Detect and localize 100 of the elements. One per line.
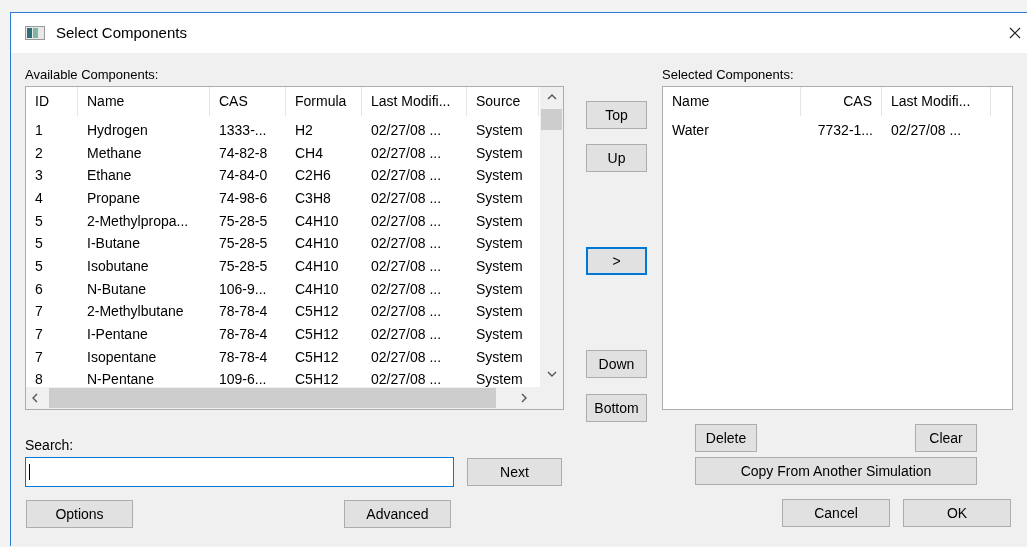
table-cell-text: 02/27/08 ... bbox=[370, 188, 443, 208]
table-cell-text: C5H12 bbox=[294, 325, 340, 345]
table-cell-text: 02/27/08 ... bbox=[370, 325, 443, 345]
table-cell-text: Isopentane bbox=[86, 347, 158, 367]
dialog-button[interactable]: Cancel bbox=[782, 499, 890, 527]
table-cell-text: 1333-... bbox=[218, 120, 268, 140]
table-cell-text: 6 bbox=[34, 279, 44, 299]
scrollbar-thumb[interactable] bbox=[49, 388, 496, 408]
scroll-up-icon[interactable] bbox=[546, 94, 557, 100]
move-button[interactable]: Top bbox=[586, 101, 647, 129]
table-cell-text: Ethane bbox=[86, 166, 133, 186]
table-cell-text: 78-78-4 bbox=[218, 302, 269, 322]
window-icon bbox=[25, 26, 45, 40]
table-cell-text: System bbox=[475, 302, 524, 322]
table-cell-text: 78-78-4 bbox=[218, 325, 269, 345]
table-cell-text: System bbox=[475, 188, 524, 208]
dialog-button[interactable]: Options bbox=[26, 500, 133, 528]
list-button[interactable]: Clear bbox=[915, 424, 977, 452]
table-cell-text: 02/27/08 ... bbox=[370, 256, 443, 276]
table-cell-text: 02/27/08 ... bbox=[370, 234, 443, 254]
table-cell-text: 74-84-0 bbox=[218, 166, 269, 186]
column-header[interactable]: Last Modifi... bbox=[882, 87, 991, 116]
column-header[interactable]: ID bbox=[26, 87, 78, 116]
list-button[interactable]: Copy From Another Simulation bbox=[695, 457, 977, 485]
table-cell-text: C4H10 bbox=[294, 279, 340, 299]
table-cell-text: 75-28-5 bbox=[218, 211, 269, 231]
search-label: Search: bbox=[25, 436, 75, 455]
table-cell-text: 02/27/08 ... bbox=[890, 120, 963, 140]
table-cell-text: 2-Methylbutane bbox=[86, 302, 185, 322]
scroll-right-icon[interactable] bbox=[521, 393, 527, 403]
horizontal-scrollbar[interactable] bbox=[26, 387, 563, 409]
table-cell-text: Isobutane bbox=[86, 256, 150, 276]
table-cell-text: 02/27/08 ... bbox=[370, 143, 443, 163]
table-cell-text: Propane bbox=[86, 188, 141, 208]
table-cell-text: 4 bbox=[34, 188, 44, 208]
table-cell-text: 8 bbox=[34, 370, 44, 390]
list-button[interactable]: Delete bbox=[695, 424, 757, 452]
table-cell-text: 78-78-4 bbox=[218, 347, 269, 367]
table-cell-text: 75-28-5 bbox=[218, 256, 269, 276]
list-label: Selected Components: bbox=[662, 66, 795, 84]
table-cell-text: 02/27/08 ... bbox=[370, 166, 443, 186]
column-header[interactable]: CAS bbox=[801, 87, 882, 116]
table-cell-text: Methane bbox=[86, 143, 143, 163]
vertical-scrollbar[interactable] bbox=[540, 87, 563, 387]
table-cell-text: 7732-1... bbox=[816, 120, 874, 140]
table-cell-text: Water bbox=[671, 120, 710, 140]
search-field[interactable] bbox=[25, 457, 454, 487]
table-cell-text: System bbox=[475, 166, 524, 186]
next-button[interactable]: Next bbox=[467, 458, 562, 486]
table-cell-text: I-Pentane bbox=[86, 325, 149, 345]
table-cell-text: 5 bbox=[34, 256, 44, 276]
column-header[interactable]: Source bbox=[467, 87, 539, 116]
table-cell-text: C4H10 bbox=[294, 234, 340, 254]
close-icon[interactable] bbox=[1009, 27, 1021, 39]
table-cell-text: System bbox=[475, 120, 524, 140]
table-cell-text: 75-28-5 bbox=[218, 234, 269, 254]
move-button[interactable]: Up bbox=[586, 144, 647, 172]
scroll-left-icon[interactable] bbox=[32, 393, 38, 403]
table-cell-text: 109-6... bbox=[218, 370, 268, 390]
table-cell-text: 02/27/08 ... bbox=[370, 302, 443, 322]
table-cell-text: System bbox=[475, 347, 524, 367]
table-cell-text: C4H10 bbox=[294, 256, 340, 276]
column-header[interactable]: Last Modifi... bbox=[362, 87, 467, 116]
column-header[interactable]: Name bbox=[663, 87, 801, 116]
table-cell-text: 74-82-8 bbox=[218, 143, 269, 163]
table-cell-text: 02/27/08 ... bbox=[370, 347, 443, 367]
table-cell-text: C5H12 bbox=[294, 347, 340, 367]
column-header[interactable]: CAS bbox=[210, 87, 286, 116]
table-cell-text: System bbox=[475, 256, 524, 276]
table-cell-text: 7 bbox=[34, 302, 44, 322]
dialog-button[interactable]: OK bbox=[903, 499, 1011, 527]
table-cell-text: C3H8 bbox=[294, 188, 332, 208]
table-cell-text: N-Butane bbox=[86, 279, 148, 299]
table-cell-text: 5 bbox=[34, 211, 44, 231]
table-cell-text: C5H12 bbox=[294, 302, 340, 322]
scroll-down-icon[interactable] bbox=[546, 371, 557, 377]
column-header[interactable]: Name bbox=[78, 87, 210, 116]
table-cell-text: System bbox=[475, 325, 524, 345]
table-cell-text: 74-98-6 bbox=[218, 188, 269, 208]
table-cell-text: N-Pentane bbox=[86, 370, 155, 390]
scrollbar-thumb[interactable] bbox=[541, 109, 562, 130]
window-title: Select Components bbox=[56, 22, 187, 43]
table-cell-text: 5 bbox=[34, 234, 44, 254]
move-button[interactable]: > bbox=[586, 247, 647, 275]
table-cell-text: System bbox=[475, 234, 524, 254]
list-label: Available Components: bbox=[25, 66, 160, 84]
move-button[interactable]: Down bbox=[586, 350, 647, 378]
table-cell-text: System bbox=[475, 143, 524, 163]
table-cell-text: Hydrogen bbox=[86, 120, 149, 140]
table-cell-text: 02/27/08 ... bbox=[370, 370, 443, 390]
table-cell-text: 02/27/08 ... bbox=[370, 279, 443, 299]
move-button[interactable]: Bottom bbox=[586, 394, 647, 422]
text-cursor bbox=[29, 464, 30, 480]
table-cell-text: C2H6 bbox=[294, 166, 332, 186]
dialog-button[interactable]: Advanced bbox=[344, 500, 451, 528]
column-header[interactable]: Formula bbox=[286, 87, 362, 116]
table-cell-text: C4H10 bbox=[294, 211, 340, 231]
table-cell-text: 2-Methylpropa... bbox=[86, 211, 190, 231]
table-cell-text: 2 bbox=[34, 143, 44, 163]
table-cell-text: H2 bbox=[294, 120, 314, 140]
